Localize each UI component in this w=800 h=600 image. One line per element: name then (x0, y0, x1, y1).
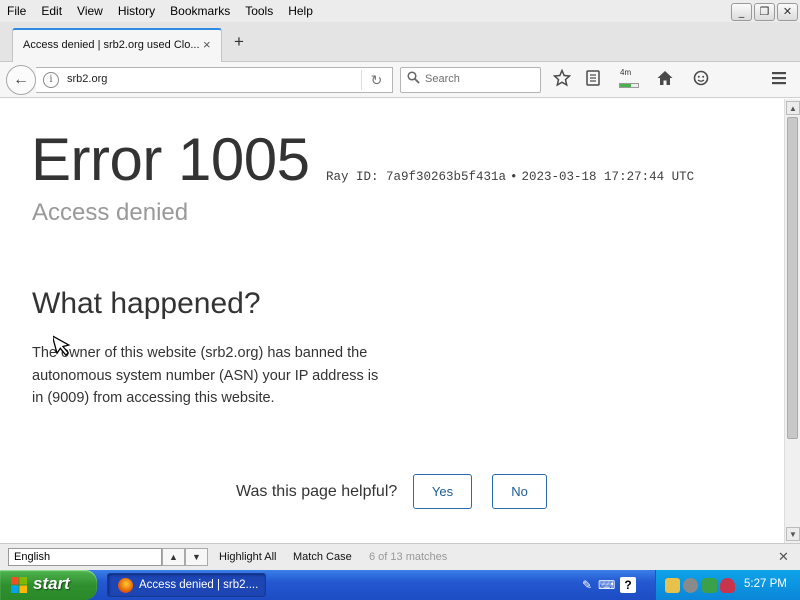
reader-view-icon[interactable] (582, 69, 604, 91)
feedback-section: Was this page helpful? Yes No (0, 474, 784, 510)
account-icon[interactable] (690, 69, 712, 91)
ray-id: Ray ID: 7a9f30263b5f431a (326, 170, 507, 184)
scroll-down-icon[interactable]: ▼ (786, 527, 800, 541)
what-happened-heading: What happened? (32, 287, 261, 320)
menu-bookmarks[interactable]: Bookmarks (163, 4, 238, 18)
firefox-icon (118, 578, 133, 593)
find-next-icon[interactable]: ▼ (185, 548, 208, 566)
close-window-button[interactable]: ✕ (777, 3, 798, 21)
scroll-up-icon[interactable]: ▲ (786, 101, 800, 115)
find-input[interactable] (8, 548, 162, 566)
info-icon[interactable]: i (43, 72, 59, 88)
menu-edit[interactable]: Edit (34, 4, 70, 18)
bullet-separator: • (510, 170, 518, 184)
start-label: start (33, 574, 70, 593)
downloads-time-remaining: 4m (620, 68, 632, 77)
reload-icon[interactable]: ↻ (361, 70, 391, 90)
menu-tools[interactable]: Tools (238, 4, 281, 18)
menu-view[interactable]: View (70, 4, 111, 18)
error-subtitle: Access denied (32, 199, 189, 226)
downloads-icon[interactable]: 4m (617, 68, 641, 92)
yes-button[interactable]: Yes (413, 474, 472, 509)
no-button[interactable]: No (492, 474, 547, 509)
clock: 5:27 PM (744, 578, 787, 590)
mouse-cursor-icon (51, 333, 75, 359)
error-title: Error 1005 (31, 126, 310, 193)
downloads-progress-fill (620, 84, 631, 87)
tray-disk-icon[interactable] (683, 578, 698, 593)
language-bar-icon[interactable]: ⌨ (598, 577, 615, 593)
menu-history[interactable]: History (111, 4, 163, 18)
taskbar: start Access denied | srb2.... ✎ ⌨ ? 5:2… (0, 570, 800, 600)
new-tab-icon[interactable]: + (234, 32, 244, 52)
timestamp: 2023-03-18 17:27:44 UTC (521, 170, 695, 184)
search-icon (407, 71, 420, 87)
tray-security-shield-icon[interactable] (720, 578, 735, 593)
vertical-scrollbar[interactable]: ▲ ▼ (784, 99, 800, 543)
url-bar[interactable]: i srb2.org ↻ (36, 67, 393, 93)
highlight-all-toggle[interactable]: Highlight All (219, 551, 276, 563)
bookmark-star-icon[interactable] (551, 68, 573, 91)
system-tray: 5:27 PM (655, 570, 800, 600)
taskbar-firefox-button[interactable]: Access denied | srb2.... (107, 573, 266, 597)
tab-strip: Access denied | srb2.org used Clo... × + (0, 22, 800, 63)
help-icon[interactable]: ? (620, 577, 636, 593)
find-previous-icon[interactable]: ▲ (162, 548, 185, 566)
search-input[interactable] (425, 73, 535, 85)
what-happened-text: The owner of this website (srb2.org) has… (32, 345, 379, 406)
scrollbar-thumb[interactable] (787, 117, 798, 439)
menu-file[interactable]: File (0, 4, 34, 18)
downloads-progress-bar (619, 83, 639, 88)
feedback-question: Was this page helpful? (236, 483, 398, 500)
ray-id-line: Ray ID: 7a9f30263b5f431a • 2023-03-18 17:2… (326, 170, 694, 184)
find-bar: ▲ ▼ Highlight All Match Case 6 of 13 mat… (0, 543, 800, 570)
match-case-toggle[interactable]: Match Case (293, 551, 352, 563)
tab-active[interactable]: Access denied | srb2.org used Clo... × (12, 28, 222, 63)
tray-app-icon[interactable] (665, 578, 680, 593)
page-content: Error 1005 Ray ID: 7a9f30263b5f431a • 2023… (0, 99, 784, 543)
navigation-bar: i srb2.org ↻ ← 4m (0, 62, 800, 98)
menu-help[interactable]: Help (281, 4, 321, 18)
pen-icon[interactable]: ✎ (579, 577, 595, 593)
search-box[interactable] (400, 67, 541, 93)
menu-bar: File Edit View History Bookmarks Tools H… (0, 0, 800, 22)
url-text[interactable]: srb2.org (67, 73, 107, 85)
taskbar-button-label: Access denied | srb2.... (139, 579, 259, 591)
start-button[interactable]: start (0, 570, 97, 600)
tray-network-icon[interactable] (702, 578, 717, 593)
home-icon[interactable] (654, 69, 676, 91)
windows-logo-icon (11, 577, 27, 593)
back-icon[interactable]: ← (6, 65, 36, 95)
match-count: 6 of 13 matches (369, 551, 448, 563)
find-close-icon[interactable]: ✕ (778, 549, 789, 565)
minimize-button[interactable]: _ (731, 3, 752, 21)
tab-title: Access denied | srb2.org used Clo... (23, 39, 200, 51)
tab-close-icon[interactable]: × (203, 37, 211, 52)
hamburger-menu-icon[interactable] (768, 69, 790, 91)
maximize-button[interactable]: ❐ (754, 3, 775, 21)
